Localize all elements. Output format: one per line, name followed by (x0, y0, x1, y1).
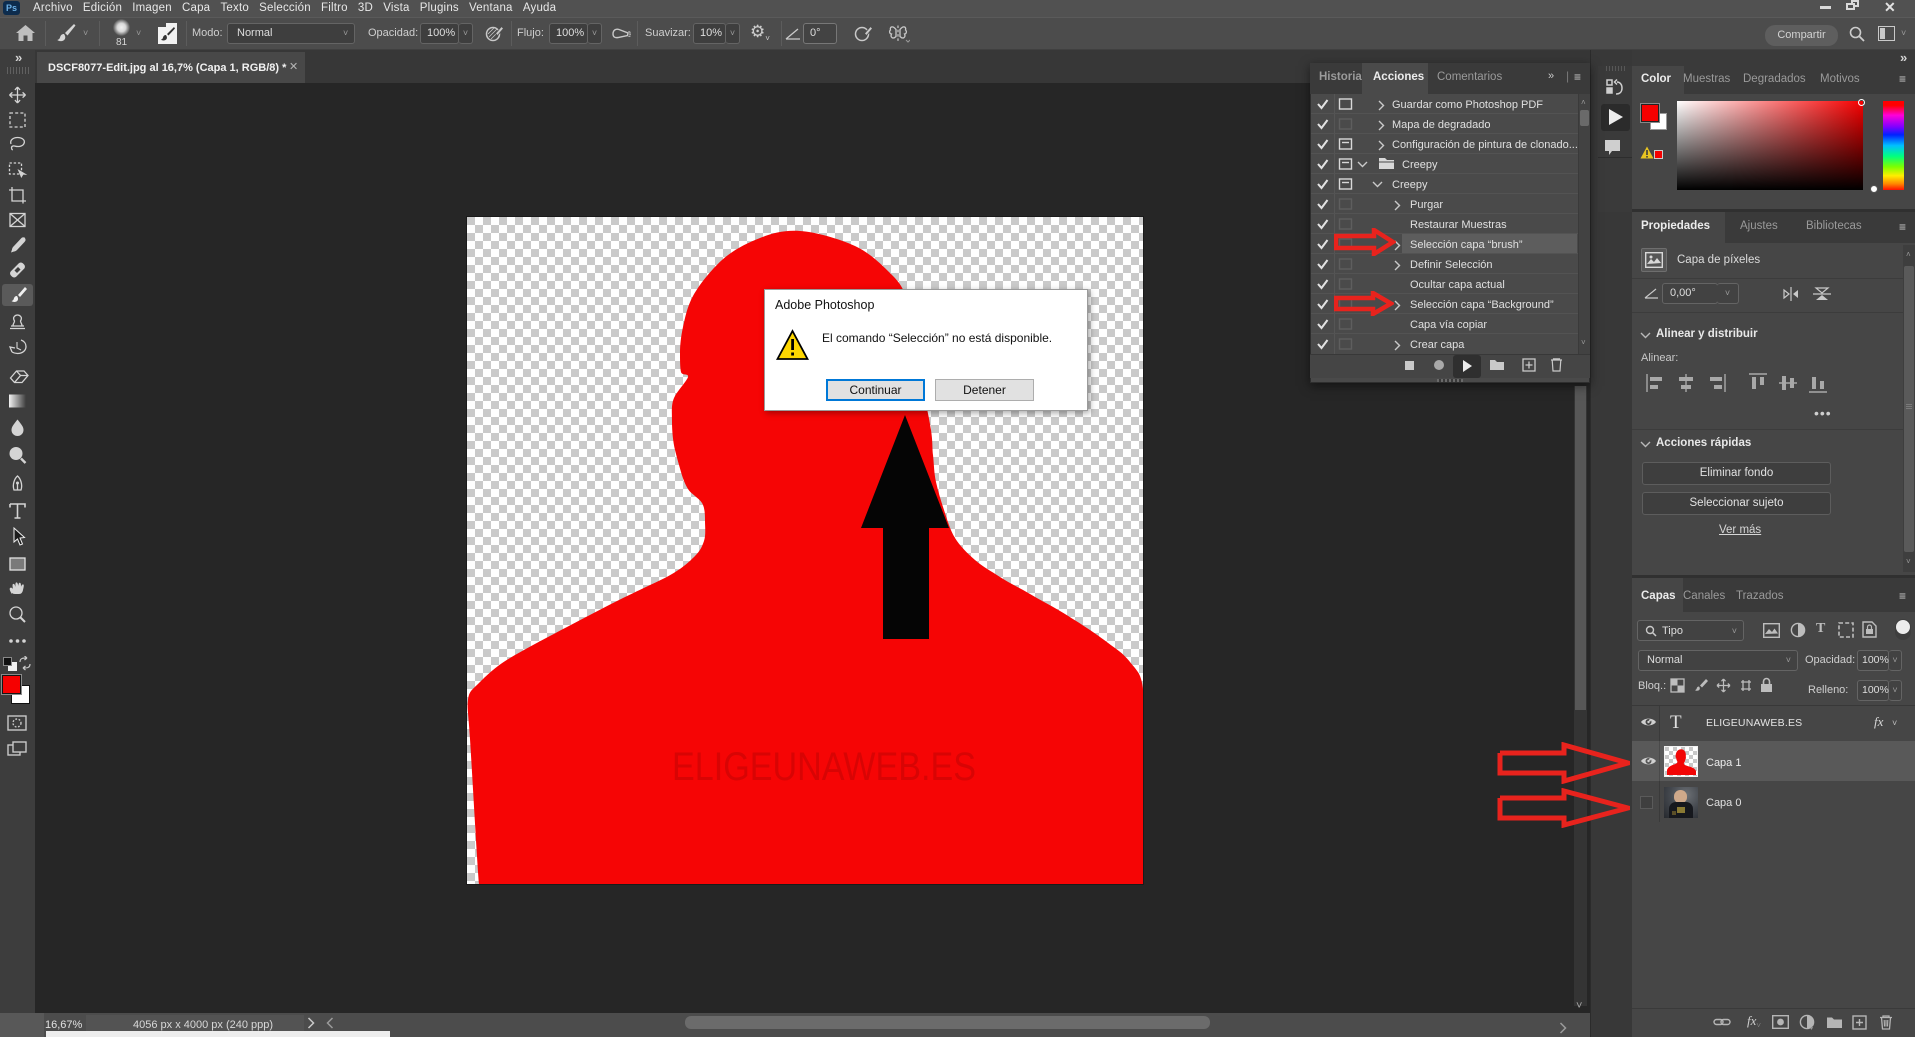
svg-text:ELIGEUNAWEB.ES: ELIGEUNAWEB.ES (672, 745, 976, 789)
